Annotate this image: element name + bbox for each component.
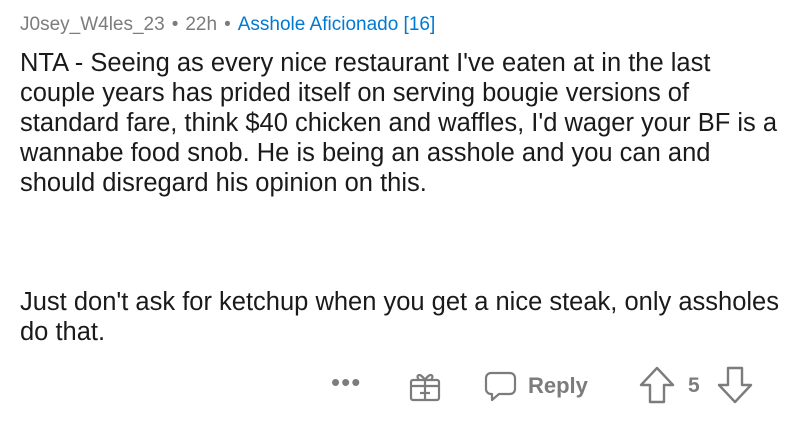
arrow-down-icon[interactable] <box>716 365 754 405</box>
reply-label: Reply <box>528 373 588 398</box>
user-flair: Asshole Aficionado [16] <box>237 14 436 35</box>
meta-separator: • <box>224 14 231 35</box>
more-options-button[interactable]: ••• <box>331 369 361 395</box>
meta-separator: • <box>171 14 179 35</box>
speech-bubble-icon <box>483 370 517 402</box>
comment-actions-bar: ••• Reply 5 <box>0 358 800 414</box>
gift-icon[interactable] <box>408 369 442 403</box>
comment-author[interactable]: J0sey_W4les_23 <box>20 14 165 35</box>
arrow-up-icon[interactable] <box>638 365 676 405</box>
comment-meta: J0sey_W4les_23 • 22h • Asshole Aficionado [1… <box>20 13 435 37</box>
vote-score: 5 <box>688 374 700 397</box>
comment-paragraph: Just don't ask for ketchup when you get … <box>20 288 779 346</box>
comment-time[interactable]: 22h <box>185 14 217 35</box>
comment-paragraph: NTA - Seeing as every nice restaurant I'… <box>20 49 778 197</box>
